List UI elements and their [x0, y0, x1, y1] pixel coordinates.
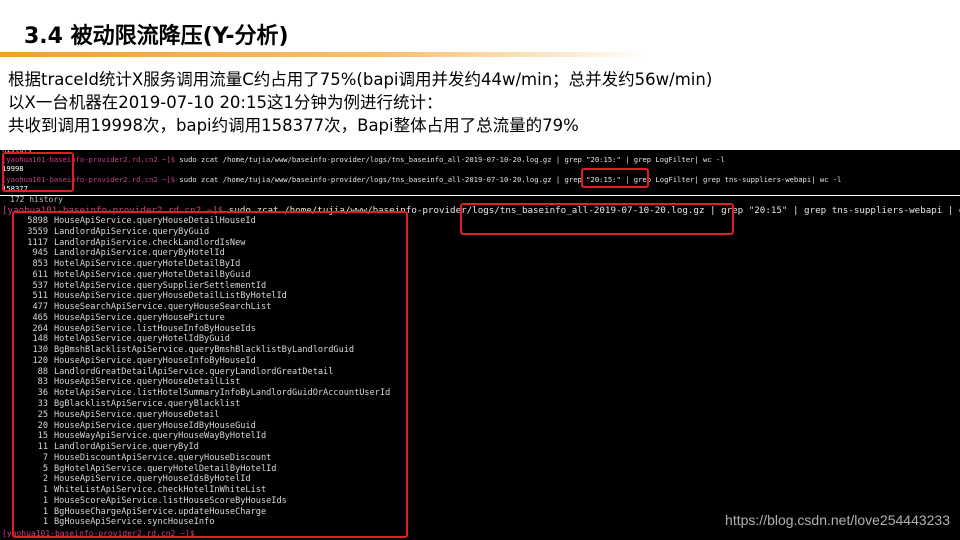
body-line-2: 以X一台机器在2019-07-10 20:15这1分钟为例进行统计：: [8, 93, 443, 112]
watermark: https://blog.csdn.net/love254443233: [725, 512, 950, 528]
terminal-top: history [yaohua101-baseinfo-provider2.rd…: [0, 150, 960, 195]
title-underline: [0, 52, 650, 57]
body-line-3: 共收到调用19998次，bapi约调用158377次，Bapi整体占用了总流量的…: [8, 116, 579, 135]
history-line: 172 history: [10, 196, 63, 204]
highlight-box-grep-time: [581, 168, 649, 188]
slide-title: 3.4 被动限流降压(Y-分析): [24, 24, 289, 49]
highlight-box-top-left: [2, 152, 74, 192]
terminal-command: sudo zcat /home/tujia/www/baseinfo-provi…: [175, 155, 725, 164]
highlight-box-filename: [460, 203, 734, 235]
body-line-1: 根据traceId统计X服务调用流量C约占用了75%(bapi调用并发约44w/…: [8, 70, 713, 89]
highlight-box-method-list: [12, 211, 408, 538]
terminal-command: sudo zcat /home/tujia/www/baseinfo-provi…: [175, 175, 842, 184]
